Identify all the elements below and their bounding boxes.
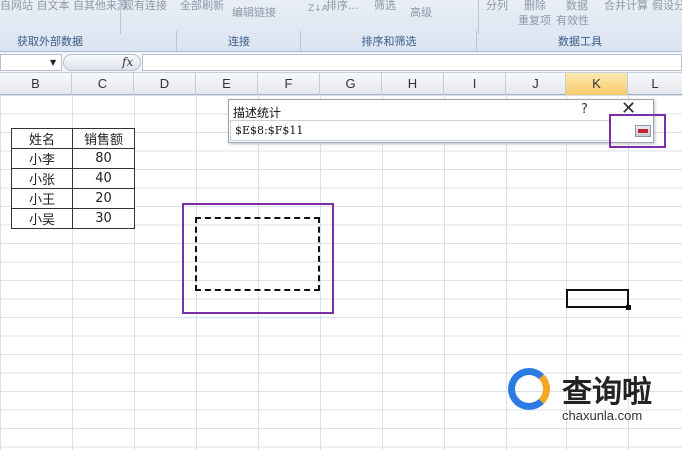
ribbon-item-filter[interactable]: 筛选: [374, 0, 396, 13]
ribbon-item-text-to-columns[interactable]: 分列: [486, 0, 508, 13]
active-cell[interactable]: [566, 289, 629, 308]
table-cell[interactable]: 小李: [11, 148, 73, 169]
formula-bar: ▼ fx: [0, 52, 682, 73]
ribbon-separator: [478, 0, 479, 34]
watermark-url: chaxunla.com: [562, 408, 643, 423]
ribbon-separator: [120, 0, 121, 34]
column-header-h[interactable]: H: [382, 73, 444, 95]
table-cell[interactable]: 小王: [11, 188, 73, 209]
sort-az-icon[interactable]: Z↓A: [308, 4, 328, 14]
fx-icon[interactable]: fx: [122, 55, 133, 69]
column-header-j[interactable]: J: [506, 73, 566, 95]
group-label-data-tools: 数据工具: [558, 35, 602, 48]
table-row: 小吴 30: [11, 208, 135, 229]
ribbon-item-refresh-all[interactable]: 全部刷新: [180, 0, 224, 13]
table-cell[interactable]: 小张: [11, 168, 73, 189]
ribbon-item-duplicates-label[interactable]: 重复项: [518, 12, 551, 28]
group-separator: [176, 31, 177, 51]
column-header-g[interactable]: G: [320, 73, 382, 95]
search-logo-icon: [508, 368, 550, 410]
column-header-d[interactable]: D: [134, 73, 196, 95]
column-header-f[interactable]: F: [258, 73, 320, 95]
column-header-e[interactable]: E: [196, 73, 258, 95]
table-header-sales[interactable]: 销售额: [72, 128, 135, 149]
ribbon-item-get-external[interactable]: 自网站 自文本 自其他来源: [0, 0, 128, 13]
group-label-external-data: 获取外部数据: [17, 35, 83, 48]
table-cell[interactable]: 30: [72, 208, 135, 229]
fill-handle[interactable]: [626, 305, 631, 310]
ribbon-item-validity-label[interactable]: 有效性: [556, 12, 589, 28]
gridline: [506, 95, 507, 450]
table-header-name[interactable]: 姓名: [11, 128, 73, 149]
column-header-i[interactable]: I: [444, 73, 506, 95]
highlight-box-expand-button: [609, 114, 666, 148]
ribbon-item-consolidate[interactable]: 合并计算: [604, 0, 648, 13]
ribbon-item-sort[interactable]: 排序...: [326, 0, 359, 13]
ribbon-item-advanced[interactable]: 高级: [410, 4, 432, 20]
group-label-sort-filter: 排序和筛选: [361, 35, 417, 48]
column-header-l[interactable]: L: [628, 73, 682, 95]
range-input[interactable]: $E$8:$F$11: [230, 120, 610, 141]
highlight-box-selection: [182, 203, 334, 314]
watermark-text: 查询啦: [562, 375, 652, 410]
chevron-down-icon[interactable]: ▼: [50, 58, 56, 67]
formula-input[interactable]: [142, 54, 682, 71]
column-headers: B C D E F G H I J K L: [0, 73, 682, 95]
table-cell[interactable]: 40: [72, 168, 135, 189]
table-row: 小张 40: [11, 168, 135, 189]
ribbon: 自网站 自文本 自其他来源 现有连接 全部刷新 编辑链接 Z↓A 排序... 筛…: [0, 0, 682, 52]
gridline: [444, 95, 445, 450]
help-icon[interactable]: ?: [581, 102, 588, 117]
group-separator: [476, 31, 477, 51]
gridline: [382, 95, 383, 450]
table-cell[interactable]: 80: [72, 148, 135, 169]
group-separator: [300, 31, 301, 51]
descriptive-statistics-dialog: 描述统计 ? ✕ $E$8:$F$11: [228, 98, 654, 143]
table-cell[interactable]: 20: [72, 188, 135, 209]
table-cell[interactable]: 小吴: [11, 208, 73, 229]
ribbon-item-edit-links[interactable]: 编辑链接: [232, 4, 276, 20]
ribbon-item-what-if[interactable]: 假设分: [652, 0, 682, 13]
table-row: 小王 20: [11, 188, 135, 209]
column-header-c[interactable]: C: [72, 73, 134, 95]
sales-table: 姓名 销售额 小李 80 小张 40 小王 20 小吴 30: [11, 128, 135, 229]
group-label-connections: 连接: [228, 35, 250, 48]
table-header-row: 姓名 销售额: [11, 128, 135, 149]
column-header-k[interactable]: K: [566, 73, 628, 95]
ribbon-item-existing-connections[interactable]: 现有连接: [123, 0, 167, 13]
table-row: 小李 80: [11, 148, 135, 169]
dialog-title: 描述统计: [233, 106, 282, 120]
column-header-b[interactable]: B: [0, 73, 72, 95]
